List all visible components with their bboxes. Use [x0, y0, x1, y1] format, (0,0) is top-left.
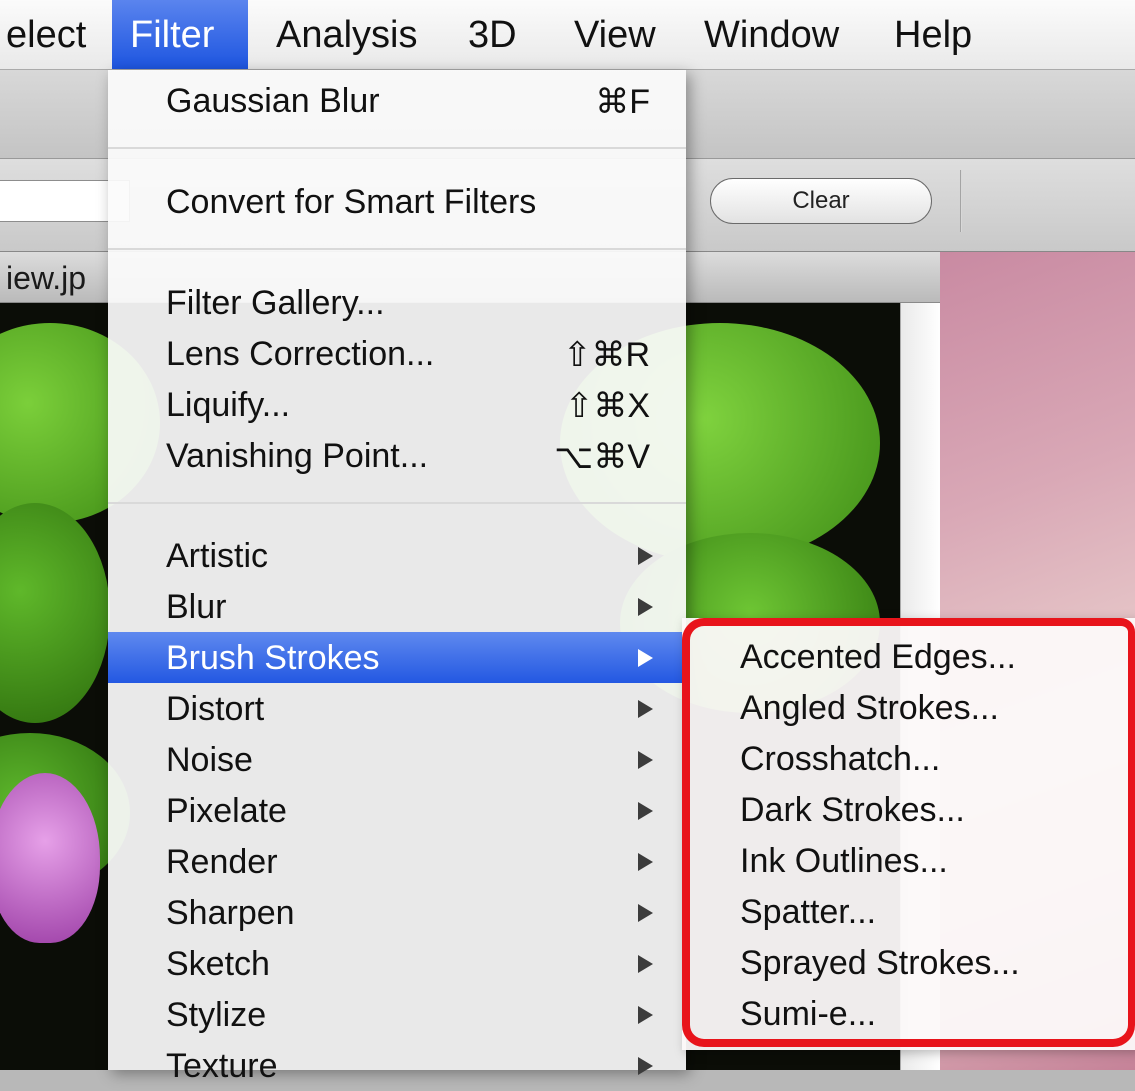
menu-item-label: Gaussian Blur — [166, 82, 380, 120]
menu-item-label: Artistic — [166, 537, 268, 575]
menu-separator — [108, 147, 686, 149]
lily-pad-image — [0, 503, 110, 723]
callout-highlight-box — [682, 618, 1135, 1047]
menu-item-label: Vanishing Point... — [166, 437, 429, 475]
menu-item-label: Noise — [166, 741, 253, 779]
toolbar-separator — [960, 170, 962, 232]
menu-separator — [108, 248, 686, 250]
shortcut-label: ⌥⌘V — [554, 438, 650, 476]
menu-item-gaussian-blur[interactable]: Gaussian Blur ⌘F — [108, 75, 686, 126]
submenu-arrow-icon — [638, 751, 653, 769]
menu-item-brush-strokes[interactable]: Brush Strokes — [108, 632, 686, 683]
menu-select[interactable]: elect — [0, 0, 104, 69]
menu-item-sketch[interactable]: Sketch — [108, 938, 686, 989]
menu-item-label: Liquify... — [166, 386, 291, 424]
shortcut-label: ⇧⌘X — [564, 387, 650, 425]
menu-item-stylize[interactable]: Stylize — [108, 989, 686, 1040]
document-title: iew.jp — [6, 260, 87, 296]
submenu-arrow-icon — [638, 802, 653, 820]
menu-bar: elect Filter Analysis 3D View Window Hel… — [0, 0, 1135, 70]
menu-item-label: Lens Correction... — [166, 335, 435, 373]
shortcut-label: ⌘F — [595, 83, 650, 121]
menu-window[interactable]: Window — [686, 0, 857, 69]
submenu-arrow-icon — [638, 1057, 653, 1075]
menu-item-label: Pixelate — [166, 792, 287, 830]
submenu-arrow-icon — [638, 1006, 653, 1024]
submenu-arrow-icon — [638, 700, 653, 718]
menu-view[interactable]: View — [556, 0, 674, 69]
clear-button[interactable]: Clear — [710, 178, 932, 224]
menu-item-label: Distort — [166, 690, 265, 728]
submenu-arrow-icon — [638, 547, 653, 565]
menu-item-label: Sharpen — [166, 894, 295, 932]
menu-item-label: Convert for Smart Filters — [166, 183, 537, 221]
menu-item-distort[interactable]: Distort — [108, 683, 686, 734]
submenu-arrow-icon — [638, 955, 653, 973]
menu-item-label: Stylize — [166, 996, 267, 1034]
menu-item-convert-for-smart-filters[interactable]: Convert for Smart Filters — [108, 176, 686, 227]
menu-help[interactable]: Help — [876, 0, 990, 69]
menu-item-label: Blur — [166, 588, 227, 626]
menu-item-noise[interactable]: Noise — [108, 734, 686, 785]
shortcut-label: ⇧⌘R — [562, 336, 650, 374]
menu-item-texture[interactable]: Texture — [108, 1040, 686, 1091]
submenu-arrow-icon — [638, 853, 653, 871]
menu-item-liquify[interactable]: Liquify... ⇧⌘X — [108, 379, 686, 430]
menu-item-label: Texture — [166, 1047, 278, 1085]
menu-item-render[interactable]: Render — [108, 836, 686, 887]
submenu-arrow-icon — [638, 649, 653, 667]
menu-item-blur[interactable]: Blur — [108, 581, 686, 632]
filter-menu: Gaussian Blur ⌘F Convert for Smart Filte… — [108, 70, 686, 1085]
menu-item-sharpen[interactable]: Sharpen — [108, 887, 686, 938]
submenu-arrow-icon — [638, 598, 653, 616]
menu-item-label: Render — [166, 843, 278, 881]
menu-filter[interactable]: Filter — [112, 0, 248, 69]
submenu-arrow-icon — [638, 904, 653, 922]
menu-item-artistic[interactable]: Artistic — [108, 530, 686, 581]
menu-item-lens-correction[interactable]: Lens Correction... ⇧⌘R — [108, 328, 686, 379]
menu-item-label: Filter Gallery... — [166, 284, 385, 322]
menu-item-pixelate[interactable]: Pixelate — [108, 785, 686, 836]
menu-analysis[interactable]: Analysis — [258, 0, 436, 69]
menu-item-label: Brush Strokes — [166, 639, 380, 677]
menu-3d[interactable]: 3D — [450, 0, 535, 69]
menu-separator — [108, 502, 686, 504]
menu-item-label: Sketch — [166, 945, 270, 983]
menu-item-vanishing-point[interactable]: Vanishing Point... ⌥⌘V — [108, 430, 686, 481]
menu-item-filter-gallery[interactable]: Filter Gallery... — [108, 277, 686, 328]
